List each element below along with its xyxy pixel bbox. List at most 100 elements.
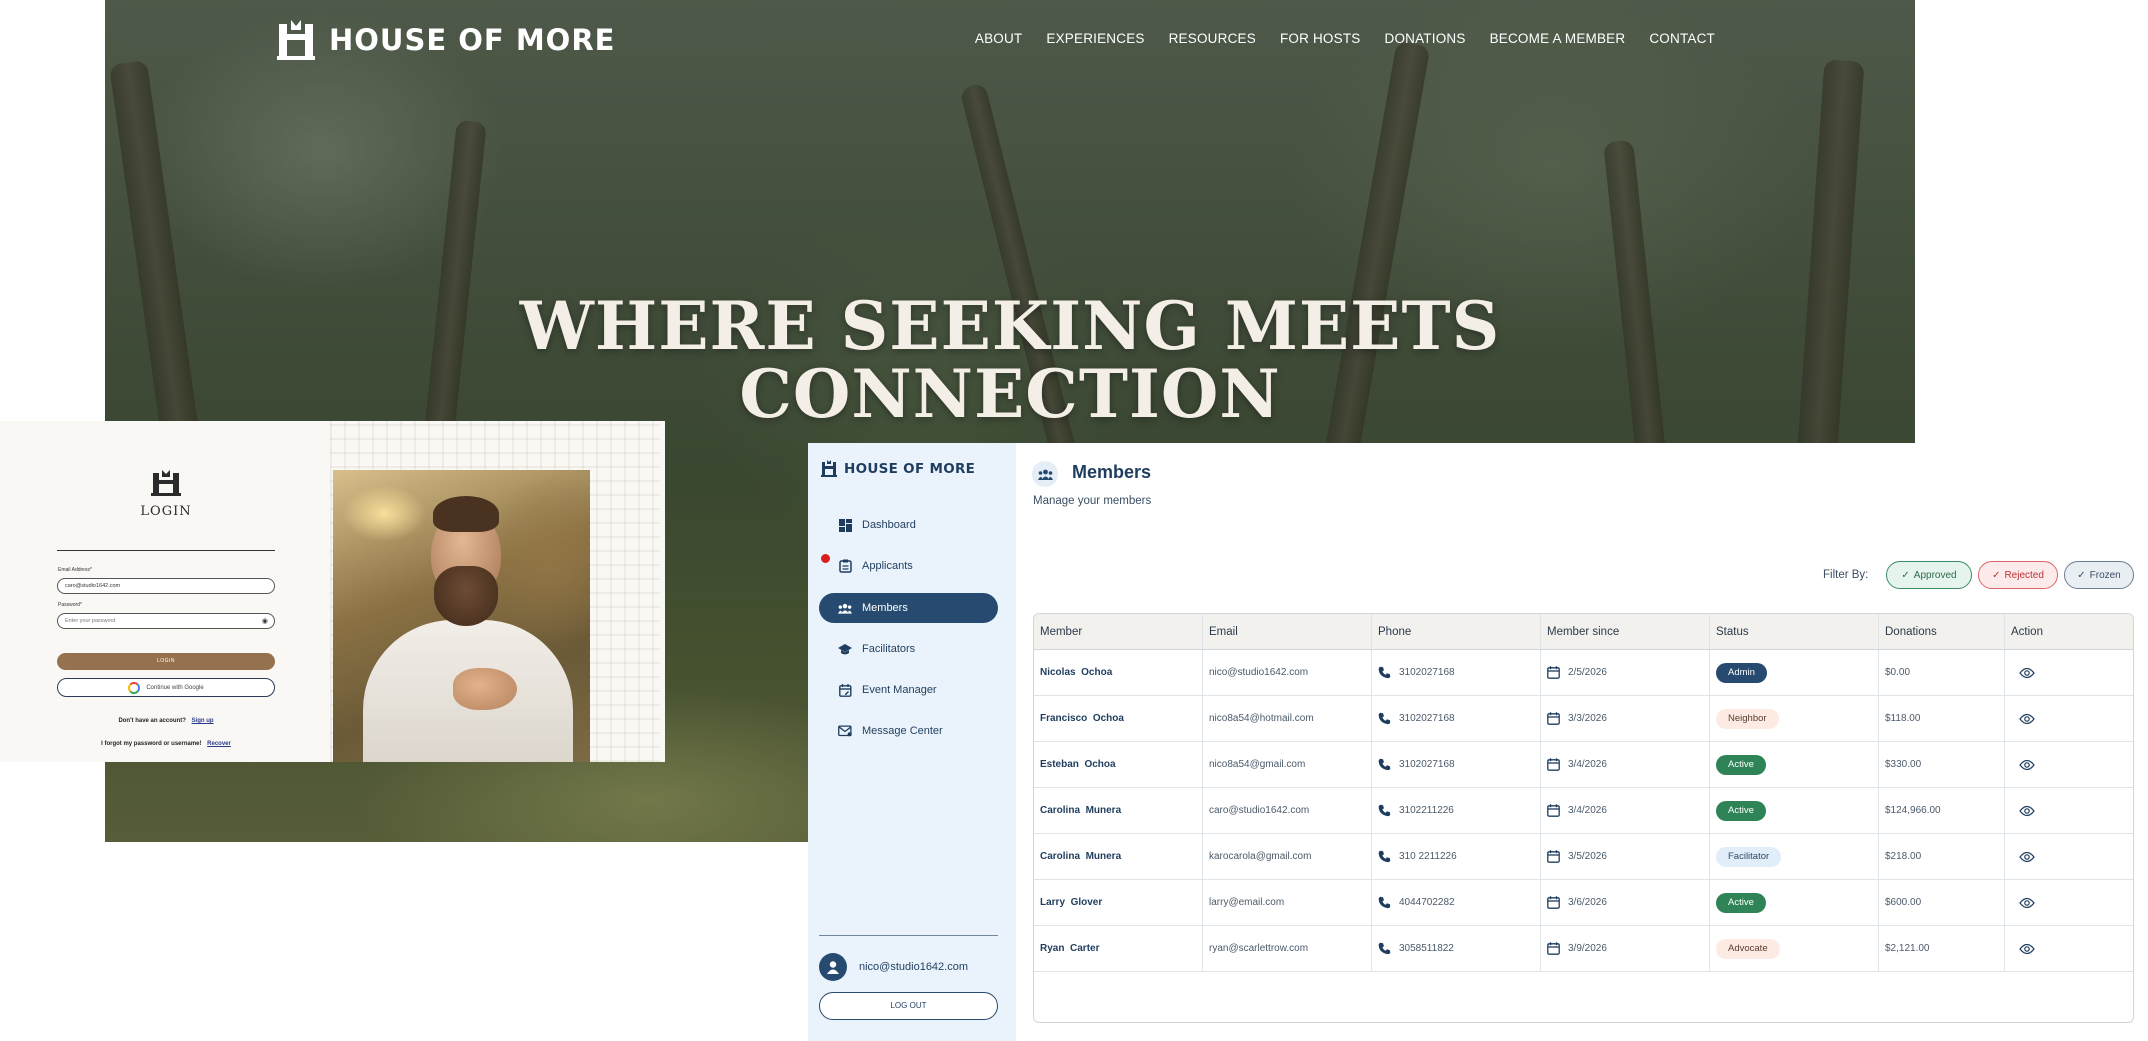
logout-button[interactable]: LOG OUT [819, 992, 998, 1020]
view-eye-icon[interactable] [2019, 805, 2035, 817]
filter-chip-label: Rejected [2004, 569, 2044, 581]
sidebar-item-label: Dashboard [862, 519, 916, 531]
sidebar-item-applicants[interactable]: Applicants [819, 551, 998, 581]
member-since: 3/6/2026 [1568, 897, 1607, 908]
filter-frozen-chip[interactable]: ✓ Frozen [2064, 561, 2134, 589]
sidebar-item-facilitators[interactable]: Facilitators [819, 634, 998, 664]
member-first-name: Carolina [1040, 805, 1081, 816]
email-field[interactable]: caro@studio1642.com [57, 578, 275, 594]
members-table: Member Email Phone Member since Status D… [1033, 613, 2134, 1023]
members-page: Members Manage your members Filter By: ✓… [1016, 443, 2148, 1041]
email-value: caro@studio1642.com [65, 583, 121, 589]
house-of-more-monogram-icon [821, 460, 837, 477]
member-donations: $118.00 [1885, 713, 1921, 724]
continue-with-google-button[interactable]: Continue with Google [57, 678, 275, 697]
column-header-donations[interactable]: Donations [1879, 614, 2005, 649]
view-eye-icon[interactable] [2019, 759, 2035, 771]
view-eye-icon[interactable] [2019, 943, 2035, 955]
member-since: 3/3/2026 [1568, 713, 1607, 724]
calendar-edit-icon [838, 683, 852, 697]
nav-become-a-member[interactable]: BECOME A MEMBER [1490, 31, 1626, 46]
current-user[interactable]: nico@studio1642.com [819, 953, 968, 981]
table-row[interactable]: Esteban Ochoa nico8a54@gmail.com 310202716… [1034, 742, 2133, 788]
login-button[interactable]: LOGIN [57, 653, 275, 670]
column-header-email[interactable]: Email [1203, 614, 1372, 649]
login-title: LOGIN [140, 504, 192, 519]
table-row[interactable]: Nicolas Ochoa nico@studio1642.com 31020271… [1034, 650, 2133, 696]
column-header-phone[interactable]: Phone [1372, 614, 1541, 649]
nav-about[interactable]: ABOUT [975, 31, 1023, 46]
table-row[interactable]: Carolina Munera karocarola@gmail.com 310 2… [1034, 834, 2133, 880]
nav-experiences[interactable]: EXPERIENCES [1046, 31, 1144, 46]
phone-icon [1378, 712, 1391, 725]
sidebar-item-dashboard[interactable]: Dashboard [819, 510, 998, 540]
action-cell [2005, 696, 2133, 741]
view-eye-icon[interactable] [2019, 897, 2035, 909]
member-phone: 3102027168 [1399, 667, 1455, 678]
status-badge: Neighbor [1716, 708, 1779, 729]
calendar-icon [1547, 896, 1560, 909]
status-cell: Active [1710, 788, 1879, 833]
site-logo[interactable]: HOUSE OF MORE [275, 18, 615, 62]
view-eye-icon[interactable] [2019, 713, 2035, 725]
filter-approved-chip[interactable]: ✓ Approved [1886, 561, 1972, 589]
phone-cell: 4044702282 [1372, 880, 1541, 925]
phone-cell: 310 2211226 [1372, 834, 1541, 879]
sidebar-item-members[interactable]: Members [819, 593, 998, 623]
sidebar-brand-name: HOUSE OF MORE [844, 460, 976, 477]
phone-cell: 3102027168 [1372, 742, 1541, 787]
signup-link[interactable]: Sign up [192, 718, 214, 724]
table-row[interactable]: Carolina Munera caro@studio1642.com 310221… [1034, 788, 2133, 834]
column-header-member-since[interactable]: Member since [1541, 614, 1710, 649]
graduation-cap-icon [838, 642, 852, 656]
column-header-status[interactable]: Status [1710, 614, 1879, 649]
donations-cell: $124,966.00 [1879, 788, 2005, 833]
show-password-icon[interactable]: ◉ [262, 617, 268, 625]
nav-donations[interactable]: DONATIONS [1385, 31, 1466, 46]
phone-cell: 3102027168 [1372, 650, 1541, 695]
hero-headline-line-2: CONNECTION [739, 355, 1281, 433]
calendar-icon [1547, 666, 1560, 679]
view-eye-icon[interactable] [2019, 851, 2035, 863]
table-row[interactable]: Larry Glover larry@email.com 4044702282 3/6… [1034, 880, 2133, 926]
recover-link[interactable]: Recover [207, 741, 231, 747]
sidebar-item-message-center[interactable]: Message Center [819, 716, 998, 746]
member-since-cell: 3/5/2026 [1541, 834, 1710, 879]
table-row[interactable]: Francisco Ochoa nico8a54@hotmail.com 31020… [1034, 696, 2133, 742]
filter-chip-label: Approved [1913, 569, 1957, 581]
member-first-name: Nicolas [1040, 667, 1076, 678]
member-cell: Esteban Ochoa [1034, 742, 1203, 787]
donations-cell: $118.00 [1879, 696, 2005, 741]
member-phone: 3102211226 [1399, 805, 1454, 816]
forgot-text: I forgot my password or username! [101, 741, 202, 747]
member-last-name: Munera [1085, 851, 1122, 862]
phone-cell: 3102211226 [1372, 788, 1541, 833]
filter-rejected-chip[interactable]: ✓ Rejected [1978, 561, 2058, 589]
status-cell: Active [1710, 742, 1879, 787]
calendar-icon [1547, 712, 1560, 725]
nav-resources[interactable]: RESOURCES [1169, 31, 1256, 46]
member-since-cell: 2/5/2026 [1541, 650, 1710, 695]
table-row[interactable]: Ryan Carter ryan@scarlettrow.com 305851182… [1034, 926, 2133, 972]
check-icon: ✓ [1901, 569, 1910, 581]
sidebar-item-event-manager[interactable]: Event Manager [819, 675, 998, 705]
password-field[interactable]: Enter your password ◉ [57, 613, 275, 629]
nav-for-hosts[interactable]: FOR HOSTS [1280, 31, 1361, 46]
sidebar: HOUSE OF MORE Dashboard Applicants Membe… [808, 443, 1016, 1041]
donations-cell: $0.00 [1879, 650, 2005, 695]
member-since-cell: 3/4/2026 [1541, 788, 1710, 833]
phone-cell: 3102027168 [1372, 696, 1541, 741]
member-since-cell: 3/6/2026 [1541, 880, 1710, 925]
action-cell [2005, 650, 2133, 695]
member-email: larry@email.com [1209, 897, 1285, 908]
member-first-name: Larry [1040, 897, 1066, 908]
view-eye-icon[interactable] [2019, 667, 2035, 679]
site-nav: ABOUT EXPERIENCES RESOURCES FOR HOSTS DO… [975, 31, 1715, 46]
admin-app: HOUSE OF MORE Dashboard Applicants Membe… [808, 443, 2148, 1041]
member-since-cell: 3/4/2026 [1541, 742, 1710, 787]
nav-contact[interactable]: CONTACT [1649, 31, 1715, 46]
sidebar-logo[interactable]: HOUSE OF MORE [820, 459, 975, 478]
email-cell: karocarola@gmail.com [1203, 834, 1372, 879]
dashboard-icon [838, 518, 852, 532]
column-header-member[interactable]: Member [1034, 614, 1203, 649]
